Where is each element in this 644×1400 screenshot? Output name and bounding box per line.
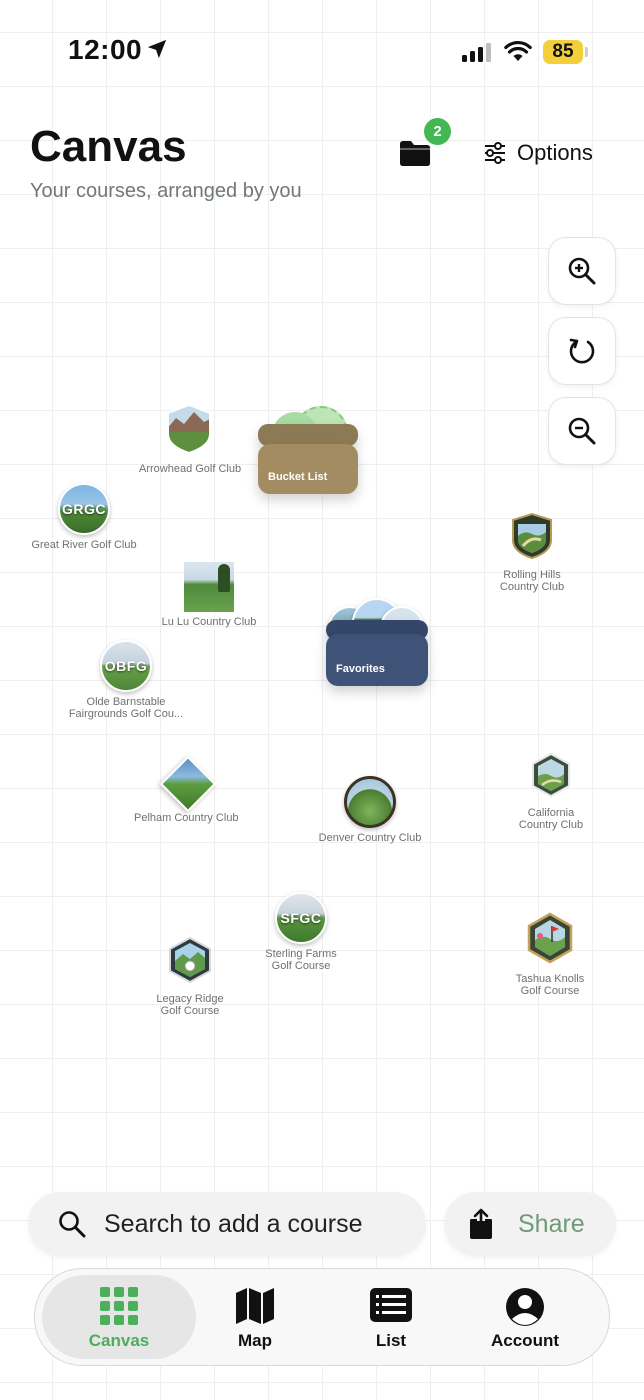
- tab-list[interactable]: List: [314, 1275, 468, 1359]
- course-initials: OBFG: [104, 658, 148, 674]
- badge-icon: [169, 936, 211, 984]
- course-name-line2: Golf Course: [160, 1005, 220, 1017]
- course-pin[interactable]: Denver Country Club: [318, 776, 422, 844]
- course-initials: SFGC: [280, 910, 322, 926]
- tab-map[interactable]: Map: [178, 1275, 332, 1359]
- folder-name: Favorites: [336, 663, 385, 675]
- course-name: Sterling Farms: [265, 948, 337, 960]
- course-pin[interactable]: Rolling Hills Country Club: [492, 512, 572, 593]
- course-name: Olde Barnstable: [86, 696, 166, 708]
- tab-label: Map: [238, 1331, 272, 1350]
- course-pin[interactable]: OBFG Olde Barnstable Fairgrounds Golf Co…: [68, 640, 184, 720]
- tab-canvas[interactable]: Canvas: [42, 1275, 196, 1359]
- zoom-in-icon: [568, 257, 596, 285]
- zoom-in-button[interactable]: [548, 237, 616, 305]
- course-pin[interactable]: California Country Club: [510, 752, 592, 831]
- page-title: Canvas: [30, 122, 187, 171]
- folder-icon: [400, 141, 430, 166]
- course-name: Rolling Hills: [503, 569, 561, 581]
- course-photo: [184, 562, 234, 612]
- zoom-out-icon: [568, 417, 596, 445]
- map-icon: [236, 1288, 274, 1324]
- course-name-line2: Country Club: [499, 581, 565, 593]
- course-pin[interactable]: Pelham Country Club: [134, 755, 239, 824]
- tab-account[interactable]: Account: [448, 1275, 602, 1359]
- course-name: Arrowhead Golf Club: [139, 463, 242, 475]
- course-pin[interactable]: SFGC Sterling Farms Golf Course: [260, 892, 342, 972]
- course-name: California: [527, 807, 575, 819]
- course-pin[interactable]: Legacy Ridge Golf Course: [148, 936, 232, 1017]
- tab-label: Canvas: [88, 1331, 150, 1350]
- course-photo: SFGC: [275, 892, 327, 944]
- course-name: Great River Golf Club: [31, 539, 137, 551]
- folder-bucket-list[interactable]: CH Bucket List: [258, 402, 358, 494]
- reset-icon: [569, 338, 595, 364]
- course-pin[interactable]: Tashua Knolls Golf Course: [508, 912, 592, 997]
- badge-icon: [512, 512, 552, 560]
- folders-button[interactable]: [398, 138, 432, 170]
- share-button[interactable]: Share: [444, 1192, 616, 1256]
- page-subtitle: Your courses, arranged by you: [30, 180, 302, 202]
- folder-count-badge: 2: [424, 118, 451, 145]
- course-photo: GRGC: [58, 483, 110, 535]
- sliders-icon: [485, 142, 505, 164]
- grid-icon: [100, 1287, 138, 1325]
- options-label: Options: [517, 140, 593, 165]
- folder-front: [258, 444, 358, 494]
- badge-icon: [532, 752, 570, 798]
- reset-view-button[interactable]: [548, 317, 616, 385]
- search-icon: [59, 1211, 86, 1238]
- badge-icon: [527, 912, 573, 964]
- status-time: 12:00: [68, 34, 143, 65]
- zoom-out-button[interactable]: [548, 397, 616, 465]
- shield-photo-icon: [167, 403, 211, 455]
- account-icon: [506, 1288, 544, 1326]
- course-name: Pelham Country Club: [134, 812, 239, 824]
- tab-label: List: [375, 1331, 407, 1350]
- course-initials: GRGC: [62, 501, 106, 517]
- folder-name: Bucket List: [268, 471, 328, 483]
- course-name: Tashua Knolls: [515, 973, 585, 985]
- battery-nub: [585, 47, 588, 57]
- course-photo: [159, 755, 217, 813]
- options-button[interactable]: Options: [483, 140, 593, 166]
- share-icon: [470, 1208, 492, 1239]
- search-placeholder: Search to add a course: [104, 1209, 363, 1238]
- cellular-signal-icon: [462, 43, 491, 62]
- folder-front: [326, 634, 428, 686]
- course-name: Legacy Ridge: [156, 993, 224, 1005]
- tab-bar: Canvas Map List Account: [34, 1268, 610, 1366]
- course-name-line2: Golf Course: [520, 985, 580, 997]
- course-pin[interactable]: GRGC Great River Golf Club: [29, 483, 139, 551]
- course-name: Denver Country Club: [318, 832, 422, 844]
- tab-label: Account: [491, 1331, 559, 1350]
- list-icon: [370, 1288, 412, 1322]
- search-input[interactable]: Search to add a course: [28, 1192, 426, 1256]
- folder-favorites[interactable]: SH Favorites: [326, 598, 428, 686]
- course-name-line2: Fairgrounds Golf Cou...: [68, 708, 184, 720]
- course-pin[interactable]: Arrowhead Golf Club: [139, 403, 242, 475]
- battery-level: 85: [543, 40, 583, 64]
- course-pin[interactable]: Lu Lu Country Club: [158, 562, 260, 628]
- wifi-icon: [504, 40, 532, 61]
- course-photo: OBFG: [100, 640, 152, 692]
- course-name-line2: Golf Course: [271, 960, 331, 972]
- share-label: Share: [518, 1209, 585, 1238]
- course-name-line2: Country Club: [518, 819, 584, 831]
- location-arrow-icon: [147, 39, 167, 59]
- course-name: Lu Lu Country Club: [161, 616, 257, 628]
- folder-back: [258, 424, 358, 446]
- course-photo: [344, 776, 396, 828]
